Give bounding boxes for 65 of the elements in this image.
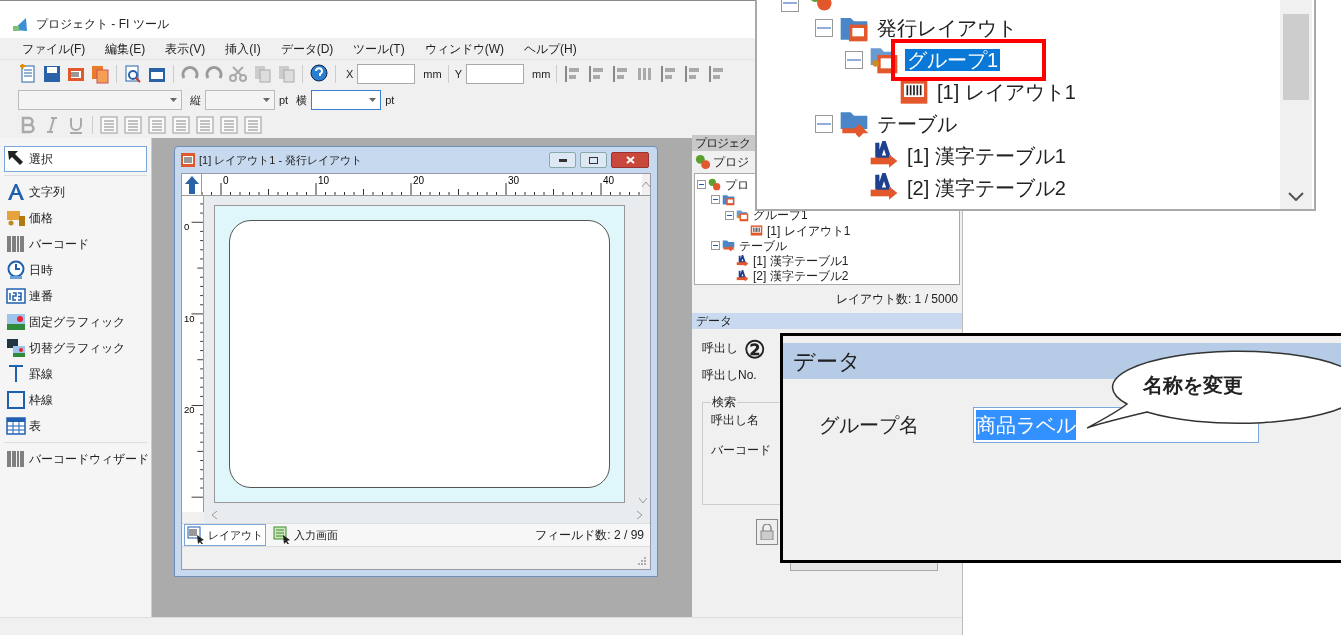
toolbar-item[interactable]: プロジ	[713, 153, 749, 171]
tree-item[interactable]: テーブル	[737, 238, 789, 253]
tool-item[interactable]: バーコードウィザード	[4, 446, 147, 472]
tree-item[interactable]: [1] 漢字テーブル1	[751, 254, 851, 269]
tool-item[interactable]: 切替グラフィック	[4, 335, 147, 361]
tool-item[interactable]: 枠線	[4, 387, 147, 413]
ruler-label: 0	[183, 220, 190, 232]
tool-item[interactable]: 日時	[4, 257, 147, 283]
unit-label: pt	[385, 92, 395, 108]
ruler-label: 40	[603, 175, 615, 186]
tree-item[interactable]: グループ1	[905, 49, 1001, 71]
menu-item[interactable]: 編集(E)	[105, 39, 146, 58]
field-count: フィールド数: 2 / 99	[535, 527, 644, 544]
panel-title: プロジェク	[695, 135, 750, 152]
tool-item[interactable]: 表	[4, 413, 147, 439]
tool-item[interactable]: 選択	[4, 146, 147, 172]
y-label: Y	[454, 66, 462, 82]
tool-item[interactable]: 罫線	[4, 361, 147, 387]
ruler-label: 10	[183, 312, 195, 324]
unit-label: mm	[423, 66, 442, 82]
field-label: 呼出し名	[711, 412, 759, 429]
tree-item[interactable]: [1] レイアウト1	[765, 223, 853, 238]
tool-item[interactable]: 固定グラフィック	[4, 309, 147, 335]
group-title: 検索	[711, 394, 737, 411]
window-title: プロジェクト - FI ツール	[36, 15, 169, 33]
tool-item[interactable]: バーコード	[4, 231, 147, 257]
width-label: 横	[296, 92, 308, 108]
tab[interactable]: 入力画面	[270, 524, 341, 546]
ruler-label: 20	[183, 404, 195, 416]
unit-label: mm	[532, 66, 551, 82]
tree-item[interactable]: [1] 漢字テーブル1	[905, 145, 1068, 167]
menu-item[interactable]: ツール(T)	[353, 39, 405, 58]
tool-item[interactable]: 文字列	[4, 179, 147, 205]
menu-item[interactable]: ファイル(F)	[22, 39, 86, 58]
ruler-label: 30	[508, 175, 520, 186]
callout-text: 名称を変更	[1143, 373, 1243, 398]
tree-item[interactable]: [2] 漢字テーブル2	[905, 177, 1068, 199]
tree-item[interactable]: [1] レイアウト1	[935, 81, 1078, 103]
menu-item[interactable]: ウィンドウ(W)	[424, 39, 504, 58]
layout-count: レイアウト数: 1 / 5000	[835, 291, 958, 308]
step-number: ②	[744, 338, 766, 362]
tab[interactable]: レイアウト	[184, 524, 266, 546]
tool-item[interactable]: 価格	[4, 205, 147, 231]
x-label: X	[346, 66, 354, 82]
ruler-label: 20	[413, 175, 425, 186]
unit-label: pt	[279, 92, 289, 108]
field-label: グループ名	[819, 413, 919, 438]
tree-item[interactable]: プロ	[723, 177, 751, 192]
ruler-label: 10	[318, 175, 330, 186]
tree-item[interactable]: 発行レイアウト	[875, 17, 1019, 39]
field-label: バーコード	[711, 442, 771, 459]
tool-item[interactable]: 連番	[4, 283, 147, 309]
field-label: 呼出し	[702, 340, 738, 357]
menu-item[interactable]: ヘルプ(H)	[524, 39, 577, 58]
tree-item[interactable]: テーブル	[875, 113, 959, 135]
menu-item[interactable]: 挿入(I)	[225, 39, 261, 58]
ruler-label: 0	[223, 175, 229, 186]
menu-item[interactable]: 表示(V)	[165, 39, 206, 58]
panel-title: データ	[696, 313, 733, 330]
tree-item[interactable]: [2] 漢字テーブル2	[751, 269, 851, 284]
window-title: [1] レイアウト1 - 発行レイアウト	[199, 152, 364, 168]
height-label: 縦	[190, 92, 201, 108]
field-label: 呼出しNo.	[702, 367, 757, 384]
menu-item[interactable]: データ(D)	[280, 39, 334, 58]
panel-title: データ	[793, 347, 862, 376]
